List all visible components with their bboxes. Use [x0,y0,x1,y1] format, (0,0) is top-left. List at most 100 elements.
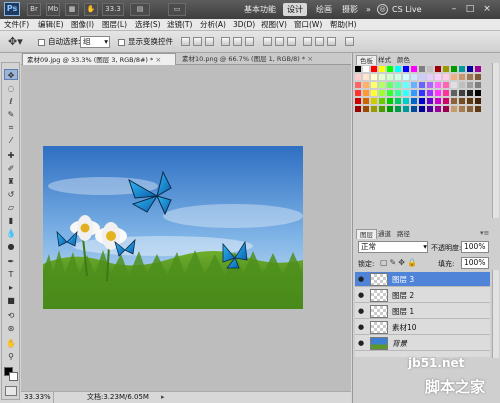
color-swatch[interactable] [411,66,417,72]
color-swatch[interactable] [475,90,481,96]
layer-row[interactable]: ● 图层 3 [355,272,490,287]
tab-document-2[interactable]: 素材10.png @ 66.7% (图层 1, RGB/8) * × [178,53,326,65]
color-swatch[interactable] [427,98,433,104]
quick-selection-tool-icon[interactable]: ✎ [4,109,18,120]
background-color-swatch[interactable] [9,372,18,381]
color-swatch[interactable] [355,74,361,80]
color-swatch[interactable] [451,106,457,112]
workspace-painting[interactable]: 绘画 [312,3,336,16]
color-swatch[interactable] [467,82,473,88]
color-swatch[interactable] [379,74,385,80]
lock-options-icon[interactable]: ▢✎✥🔒 [380,258,419,267]
hand-tool-icon[interactable]: ✋ [84,3,98,16]
color-swatch[interactable] [355,82,361,88]
history-brush-tool-icon[interactable]: ↺ [4,189,18,200]
color-swatch[interactable] [467,98,473,104]
menu-edit[interactable]: 编辑(E) [38,19,64,31]
layer-row[interactable]: ● 图层 2 [355,288,490,303]
hand-tool-icon[interactable]: ✋ [4,338,18,349]
color-swatch[interactable] [435,90,441,96]
color-swatch[interactable] [443,98,449,104]
layer-row[interactable]: ● 图层 1 [355,304,490,319]
screen-mode-icon[interactable]: ▭ [168,3,186,16]
menu-help[interactable]: 帮助(H) [330,19,357,31]
color-swatch[interactable] [411,90,417,96]
layer-row[interactable]: ● 素材10 [355,320,490,335]
align-vcenter-icon[interactable] [193,37,202,46]
color-swatch[interactable] [371,90,377,96]
eye-icon[interactable]: ● [357,339,365,347]
document-image[interactable] [43,146,303,309]
color-swatch[interactable] [459,82,465,88]
color-swatch[interactable] [363,82,369,88]
menu-3d[interactable]: 3D(D) [233,19,255,31]
opacity-input[interactable]: 100% [461,241,489,253]
color-swatch[interactable] [443,82,449,88]
color-swatch[interactable] [379,98,385,104]
arrange-documents-icon[interactable]: ▤ [130,3,150,16]
view-extras-icon[interactable]: ▦ [65,3,79,16]
show-transform-checkbox[interactable] [118,39,125,46]
close-tab-icon[interactable]: × [307,55,313,63]
color-swatch[interactable] [411,106,417,112]
menu-window[interactable]: 窗口(W) [294,19,322,31]
status-zoom[interactable]: 33.33% [24,392,54,403]
color-swatch[interactable] [355,90,361,96]
maximize-icon[interactable]: □ [464,4,476,15]
color-swatch[interactable] [435,66,441,72]
color-swatch[interactable] [403,82,409,88]
blur-tool-icon[interactable]: 💧 [4,228,18,239]
color-swatch[interactable] [371,98,377,104]
color-swatch[interactable] [387,90,393,96]
dodge-tool-icon[interactable]: ● [4,241,18,252]
close-icon[interactable]: × [481,4,493,15]
crop-tool-icon[interactable]: ⌗ [4,122,18,133]
color-swatch[interactable] [411,98,417,104]
tab-swatches[interactable]: 色板 [356,55,377,65]
tab-styles[interactable]: 样式 [375,55,394,65]
color-swatch[interactable] [411,82,417,88]
color-swatch[interactable] [435,106,441,112]
path-selection-tool-icon[interactable]: ▸ [4,282,18,293]
eyedropper-tool-icon[interactable]: ⁄ [4,135,18,146]
color-swatch[interactable] [419,90,425,96]
eye-icon[interactable]: ● [357,307,365,315]
color-swatch[interactable] [443,106,449,112]
more-workspaces-icon[interactable]: » [362,3,375,16]
zoom-level-select[interactable]: 33.3 [102,3,124,16]
align-top-icon[interactable] [181,37,190,46]
color-swatch[interactable] [427,74,433,80]
color-swatch[interactable] [403,74,409,80]
clone-stamp-tool-icon[interactable]: ♜ [4,176,18,187]
shape-tool-icon[interactable]: ■ [4,295,18,306]
distribute-top-icon[interactable] [263,37,272,46]
color-swatch[interactable] [379,90,385,96]
panel-menu-icon[interactable]: ▾≡ [480,229,489,237]
color-swatch[interactable] [363,98,369,104]
auto-select-checkbox[interactable] [38,39,45,46]
align-hcenter-icon[interactable] [233,37,242,46]
color-swatch[interactable] [355,106,361,112]
color-swatch[interactable] [459,90,465,96]
bridge-button[interactable]: Br [27,3,41,16]
color-swatch[interactable] [451,90,457,96]
color-swatch[interactable] [403,106,409,112]
color-swatch[interactable] [411,74,417,80]
color-swatch[interactable] [475,82,481,88]
distribute-bottom-icon[interactable] [287,37,296,46]
color-swatch[interactable] [371,74,377,80]
layers-scrollbar[interactable] [492,270,499,358]
cslive-button[interactable]: CS Live [388,3,426,16]
color-swatch[interactable] [435,82,441,88]
menu-layer[interactable]: 图层(L) [102,19,127,31]
status-menu-arrow-icon[interactable]: ▸ [161,392,165,403]
color-swatch[interactable] [379,66,385,72]
menu-analysis[interactable]: 分析(A) [200,19,226,31]
color-swatch[interactable] [403,66,409,72]
color-swatch[interactable] [395,66,401,72]
marquee-tool-icon[interactable]: ◌ [4,83,18,94]
color-swatch[interactable] [363,66,369,72]
fill-input[interactable]: 100% [461,257,489,269]
color-swatch[interactable] [363,106,369,112]
quick-mask-icon[interactable] [5,386,17,396]
